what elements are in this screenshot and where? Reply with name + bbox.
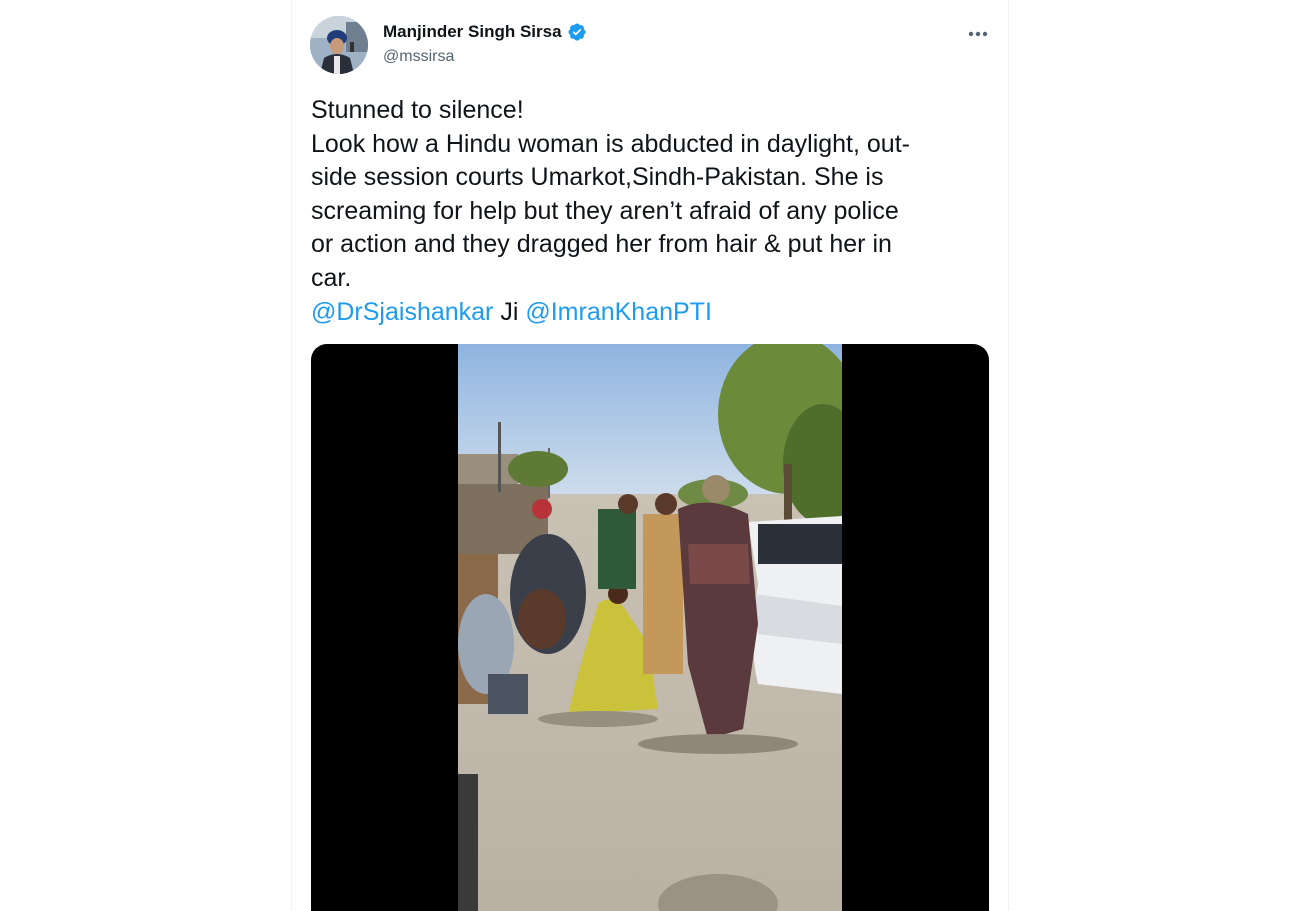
tweet-text-line: Look how a Hindu woman is abducted in da… (311, 129, 910, 158)
author-name-row[interactable]: Manjinder Singh Sirsa (383, 22, 587, 42)
video-thumbnail (458, 344, 842, 911)
tweet-text-line: Stunned to silence! (311, 96, 524, 124)
avatar-image (310, 16, 368, 74)
tweet-video[interactable] (311, 344, 989, 911)
page: Manjinder Singh Sirsa @mssirsa Stunned t… (0, 0, 1300, 911)
tweet-text-line: screaming for help but they aren’t afrai… (311, 196, 899, 225)
mentions-line: @DrSjaishankar Ji @ImranKhanPTI (311, 296, 991, 330)
more-options-icon (968, 31, 988, 37)
author-name[interactable]: Manjinder Singh Sirsa (383, 22, 562, 42)
tweet-text: Stunned to silence! Look how a Hindu wom… (311, 94, 991, 329)
mention-link-imrankhanpti[interactable]: @ImranKhanPTI (525, 298, 712, 326)
mention-link-drsjaishankar[interactable]: @DrSjaishankar (311, 298, 493, 326)
mention-joiner: Ji (493, 297, 526, 326)
tweet-text-line: side session courts Umarkot,Sindh-Pakist… (311, 163, 884, 192)
video-frame (458, 344, 842, 911)
avatar[interactable] (310, 16, 368, 74)
verified-badge-icon (568, 23, 586, 41)
tweet-text-line: or action and they dragged her from hair… (311, 230, 892, 259)
more-options-button[interactable] (962, 18, 994, 50)
tweet-text-line: car. (311, 263, 352, 292)
author-handle[interactable]: @mssirsa (383, 48, 454, 66)
